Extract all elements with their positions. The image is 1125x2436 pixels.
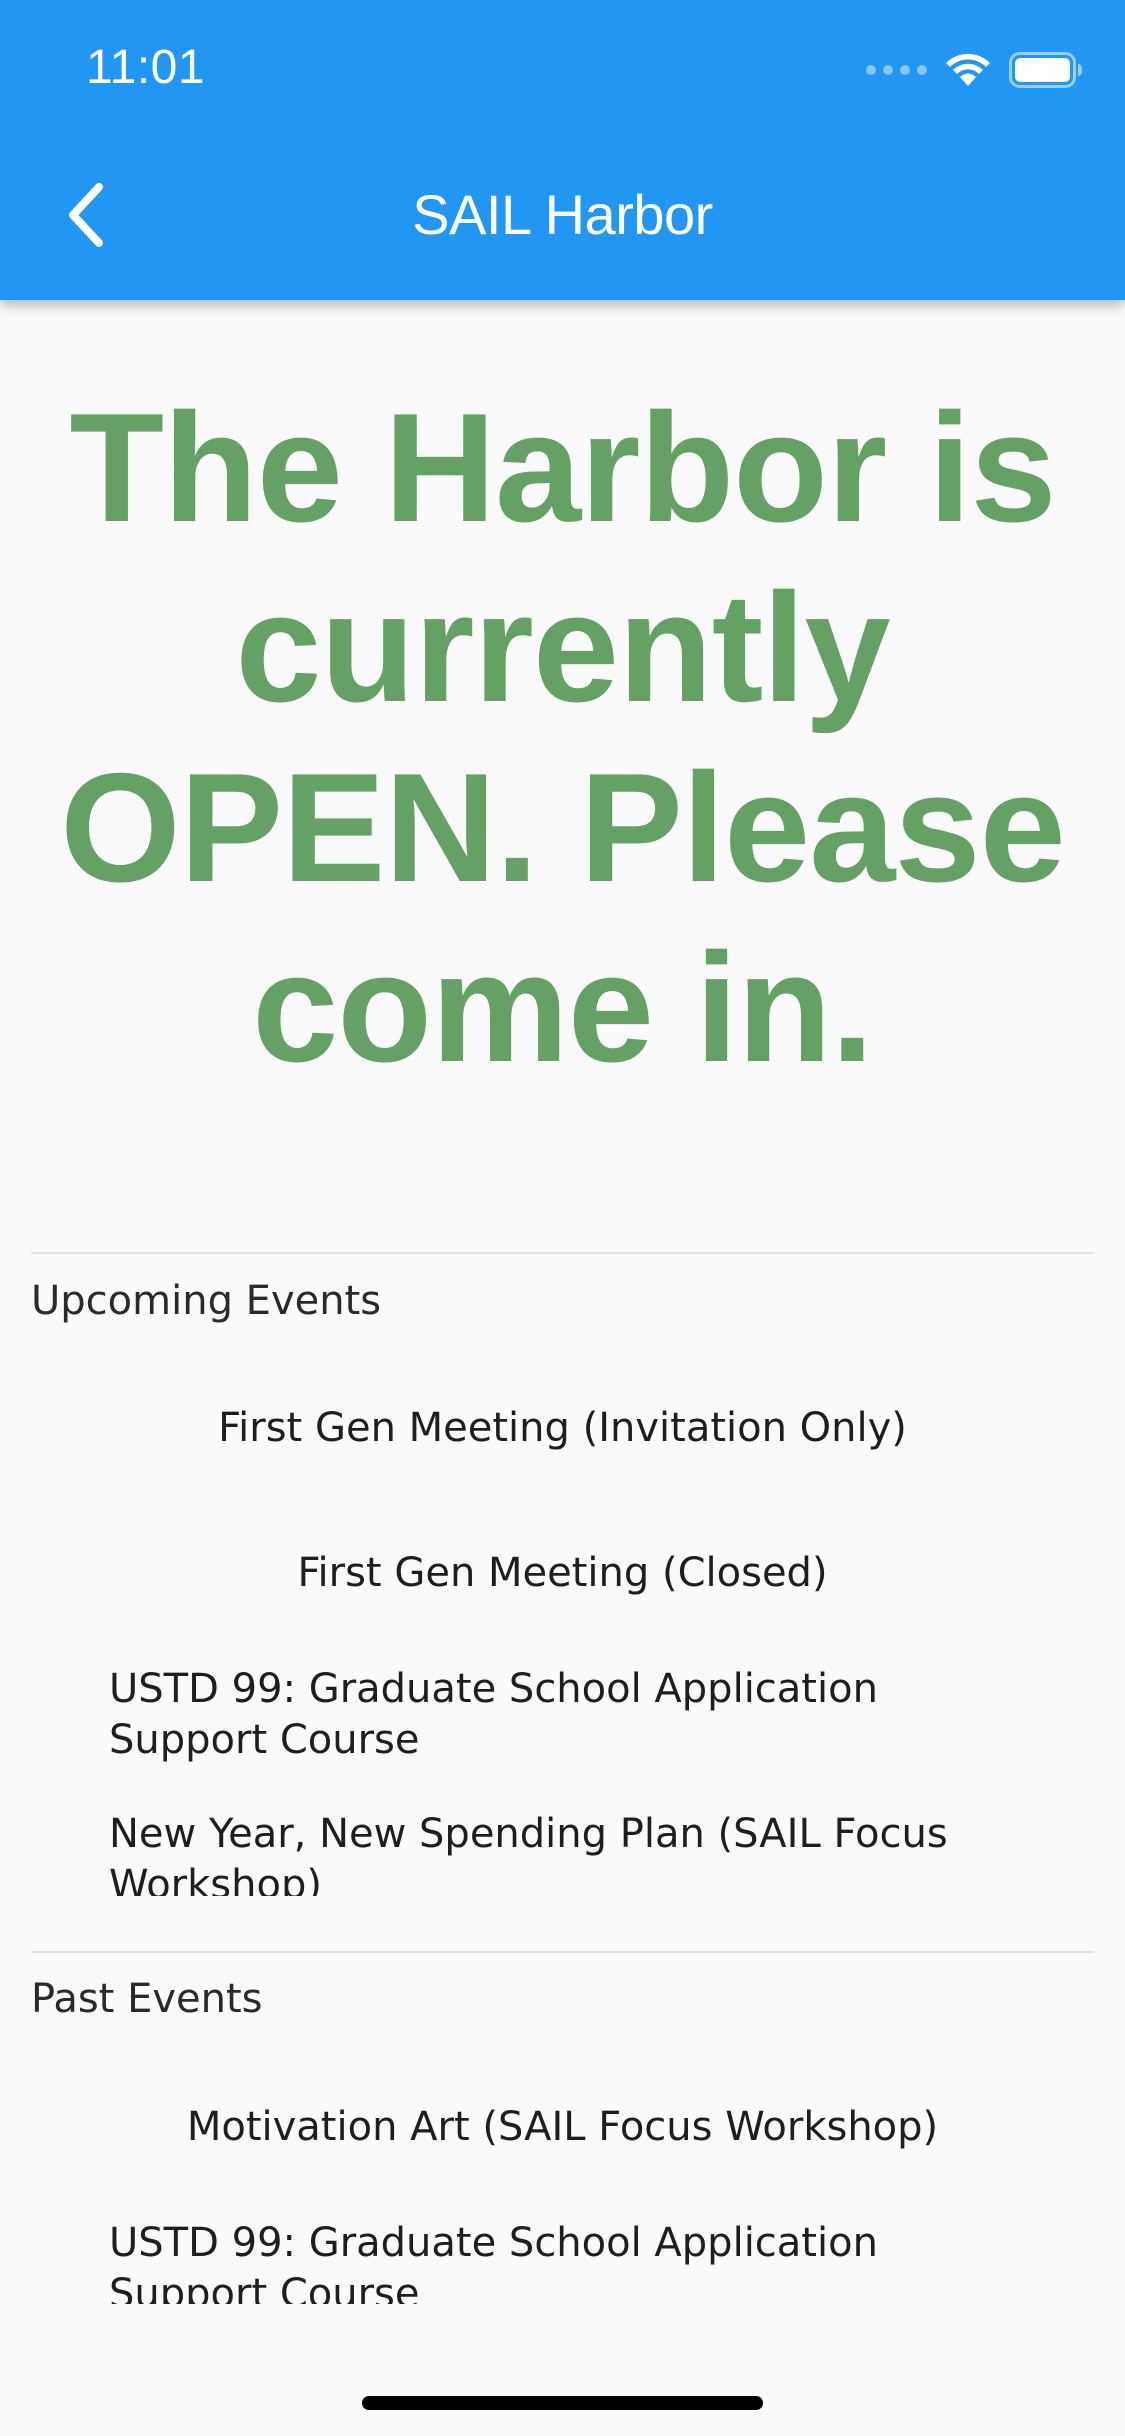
- cellular-signal-icon: [866, 65, 927, 75]
- battery-icon: [1009, 52, 1083, 88]
- status-icons: [866, 52, 1083, 88]
- past-event-item[interactable]: USTD 99: Graduate School Application Sup…: [109, 2218, 989, 2304]
- status-time: 11:01: [86, 41, 206, 94]
- upcoming-divider: [31, 1252, 1094, 1254]
- past-divider: [31, 1951, 1094, 1953]
- upcoming-events-title: Upcoming Events: [31, 1278, 382, 1324]
- upcoming-event-item[interactable]: First Gen Meeting (Invitation Only): [31, 1403, 1094, 1454]
- past-event-item[interactable]: Motivation Art (SAIL Focus Workshop): [31, 2102, 1094, 2153]
- wifi-icon: [945, 53, 991, 87]
- upcoming-event-item[interactable]: First Gen Meeting (Closed): [31, 1548, 1094, 1599]
- upcoming-events-list: First Gen Meeting (Invitation Only) Firs…: [0, 1350, 1125, 1896]
- past-events-list: Motivation Art (SAIL Focus Workshop) UST…: [0, 2050, 1125, 2304]
- home-indicator[interactable]: [362, 2396, 763, 2410]
- upcoming-event-item[interactable]: USTD 99: Graduate School Application Sup…: [109, 1664, 989, 1766]
- screen: 11:01 SAIL Harbor The Harbor is currentl…: [0, 0, 1125, 2436]
- page-title: SAIL Harbor: [412, 183, 713, 246]
- upcoming-event-item[interactable]: New Year, New Spending Plan (SAIL Focus …: [109, 1809, 989, 1896]
- app-bar: 11:01 SAIL Harbor: [0, 0, 1125, 300]
- past-events-title: Past Events: [31, 1976, 263, 2022]
- harbor-status-headline: The Harbor is currently OPEN. Please com…: [60, 381, 1066, 1094]
